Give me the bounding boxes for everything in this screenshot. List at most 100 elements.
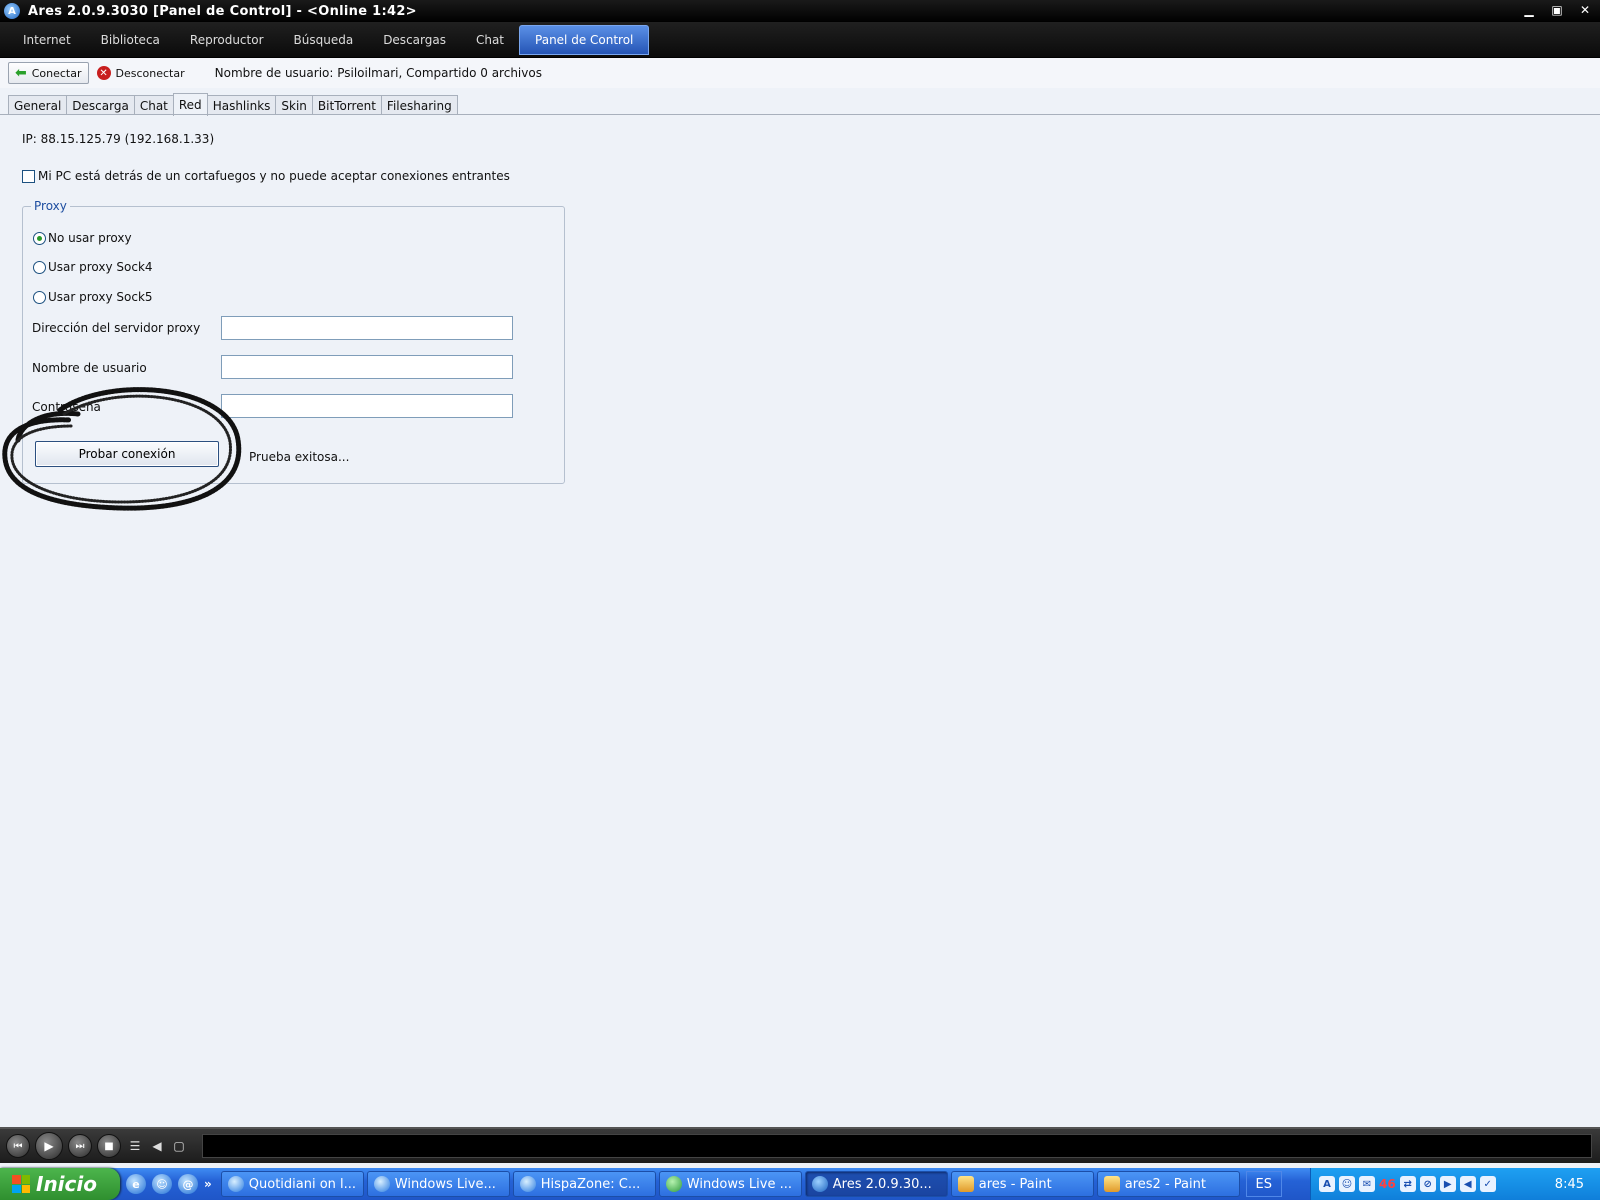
clock[interactable]: 8:45 (1555, 1177, 1584, 1192)
radio-label: Usar proxy Sock4 (48, 260, 153, 274)
radio-label: No usar proxy (48, 231, 132, 245)
ie-icon (519, 1176, 536, 1192)
start-button[interactable]: Inicio (0, 1168, 120, 1200)
task-button[interactable]: Windows Live ... (658, 1171, 802, 1197)
disconnect-button[interactable]: ✕ Desconectar (91, 62, 191, 84)
outlook-icon[interactable]: @ (178, 1174, 198, 1194)
firewall-checkbox[interactable] (22, 169, 35, 183)
playlist-icon[interactable]: ☰ (126, 1137, 144, 1155)
task-button[interactable]: HispaZone: C... (512, 1171, 656, 1197)
ares-tray-icon[interactable]: A (1319, 1176, 1335, 1192)
language-indicator[interactable]: ES (1245, 1171, 1282, 1197)
proxy-legend: Proxy (31, 199, 70, 213)
firewall-option[interactable]: Mi PC está detrás de un cortafuegos y no… (22, 169, 510, 183)
test-result: Prueba exitosa... (249, 450, 350, 464)
task-button[interactable]: Quotidiani on l... (220, 1171, 364, 1197)
task-label: Windows Live... (394, 1176, 496, 1192)
tab-descarga[interactable]: Descarga (66, 95, 135, 115)
network-tray-icon[interactable]: ⇄ (1399, 1176, 1416, 1192)
connect-button[interactable]: ⬅ Conectar (8, 62, 89, 84)
tab-chat[interactable]: Chat (133, 95, 174, 115)
next-icon[interactable]: ⏭ (68, 1134, 92, 1158)
ie-icon[interactable]: e (126, 1174, 146, 1194)
proxy-password-input[interactable] (221, 394, 513, 418)
menu-tab-biblioteca[interactable]: Biblioteca (86, 25, 175, 55)
connection-toolbar: ⬅ Conectar ✕ Desconectar Nombre de usuar… (0, 58, 1600, 88)
radio-button[interactable] (33, 290, 46, 304)
settings-tabs: General Descarga Chat Red Hashlinks Skin… (8, 93, 458, 116)
user-tray-icon[interactable]: ☺ (1339, 1176, 1355, 1192)
proxy-server-label: Dirección del servidor proxy (32, 321, 201, 335)
blocked-tray-icon[interactable]: ⊘ (1419, 1176, 1436, 1192)
ares-icon: A (4, 3, 20, 19)
task-button-active[interactable]: Ares 2.0.9.30... (804, 1171, 948, 1197)
connect-label: Conectar (31, 66, 82, 80)
menu-tab-panel-de-control[interactable]: Panel de Control (519, 25, 650, 55)
firewall-label: Mi PC está detrás de un cortafuegos y no… (38, 169, 510, 183)
task-label: ares2 - Paint (1124, 1176, 1206, 1192)
tab-red[interactable]: Red (172, 93, 208, 116)
close-icon[interactable]: ✕ (1574, 2, 1596, 18)
radio-selected-dot (37, 235, 42, 241)
window-icon[interactable]: ▢ (170, 1137, 188, 1155)
start-label: Inicio (36, 1172, 97, 1196)
disconnect-icon: ✕ (96, 66, 111, 80)
arrow-left-icon: ⬅ (15, 65, 27, 81)
radio-sock5[interactable]: Usar proxy Sock5 (33, 290, 153, 304)
user-status: Nombre de usuario: Psiloilmari, Comparti… (214, 66, 542, 80)
disconnect-label: Desconectar (115, 66, 185, 80)
proxy-server-input[interactable] (221, 316, 513, 340)
task-button[interactable]: ares - Paint (950, 1171, 1094, 1197)
previous-icon[interactable]: ⏮ (6, 1134, 30, 1158)
proxy-password-label: Contraseña (32, 400, 101, 414)
quick-launch: e ☺ @ » (120, 1174, 218, 1194)
radio-label: Usar proxy Sock5 (48, 290, 153, 304)
proxy-username-input[interactable] (221, 355, 513, 379)
test-connection-button[interactable]: Probar conexión (35, 441, 219, 467)
msn-icon[interactable]: ☺ (152, 1174, 172, 1194)
menu-tab-descargas[interactable]: Descargas (368, 25, 461, 55)
ip-address: IP: 88.15.125.79 (192.168.1.33) (22, 132, 215, 146)
radio-button[interactable] (33, 260, 46, 274)
play-icon[interactable]: ▶ (35, 1132, 63, 1160)
taskbar: Inicio e ☺ @ » Quotidiani on l... Window… (0, 1168, 1600, 1200)
task-button[interactable]: Windows Live... (366, 1171, 510, 1197)
player-display (202, 1134, 1592, 1158)
task-label: ares - Paint (978, 1176, 1052, 1192)
tab-hashlinks[interactable]: Hashlinks (206, 95, 277, 115)
proxy-group: Proxy No usar proxy Usar proxy Sock4 Usa… (22, 199, 565, 484)
menu-tab-chat[interactable]: Chat (461, 25, 519, 55)
task-label: Quotidiani on l... (248, 1176, 357, 1192)
menu-tab-internet[interactable]: Internet (8, 25, 86, 55)
menu-tab-reproductor[interactable]: Reproductor (175, 25, 279, 55)
stop-icon[interactable]: ■ (97, 1134, 121, 1158)
windows-logo-icon (12, 1175, 30, 1193)
speaker-tray-icon[interactable]: ◀ (1459, 1176, 1476, 1192)
media-tray-icon[interactable]: ▶ (1439, 1176, 1456, 1192)
ares-icon (811, 1176, 828, 1192)
tab-filesharing[interactable]: Filesharing (380, 95, 458, 115)
radio-sock4[interactable]: Usar proxy Sock4 (33, 260, 153, 274)
tab-bittorrent[interactable]: BitTorrent (311, 95, 382, 115)
more-chevron-icon[interactable]: » (204, 1177, 212, 1191)
player-bar: ⏮ ▶ ⏭ ■ ☰ ◀ ▢ (0, 1127, 1600, 1163)
task-button[interactable]: ares2 - Paint (1096, 1171, 1240, 1197)
mail-tray-icon[interactable]: ✉ (1359, 1176, 1375, 1192)
task-label: HispaZone: C... (540, 1176, 641, 1192)
radio-button[interactable] (33, 231, 46, 245)
msn-icon (665, 1176, 682, 1192)
mail-count-badge: 46 (1379, 1177, 1396, 1191)
paint-icon (957, 1176, 974, 1192)
tab-divider (0, 114, 1600, 115)
proxy-username-label: Nombre de usuario (32, 361, 147, 375)
ie-icon (373, 1176, 390, 1192)
main-menu: Internet Biblioteca Reproductor Búsqueda… (0, 22, 1600, 58)
menu-tab-busqueda[interactable]: Búsqueda (279, 25, 369, 55)
minimize-icon[interactable]: ▁ (1518, 2, 1540, 18)
maximize-icon[interactable]: ▣ (1546, 2, 1568, 18)
tab-skin[interactable]: Skin (275, 95, 313, 115)
volume-icon[interactable]: ◀ (148, 1137, 166, 1155)
security-tray-icon[interactable]: ✓ (1479, 1176, 1496, 1192)
tab-general[interactable]: General (8, 95, 68, 115)
radio-no-proxy[interactable]: No usar proxy (33, 231, 132, 245)
